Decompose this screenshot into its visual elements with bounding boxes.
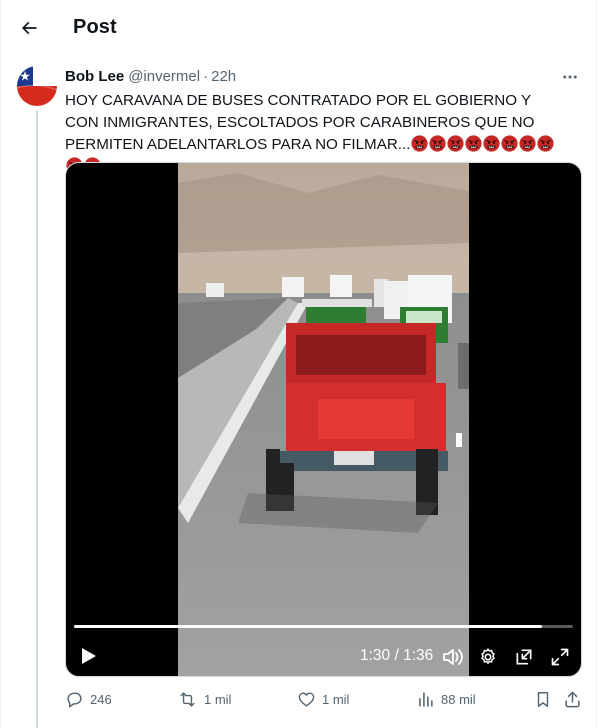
angry-face-with-symbols-icon [429,135,447,152]
more-options-button[interactable] [557,66,583,88]
frame-border-left [0,0,1,728]
post-actions: 246 1 mil 1 mil 88 mil [65,690,582,714]
angry-face-with-symbols-icon [537,135,555,152]
like-button[interactable]: 1 mil [297,690,349,709]
author-row: Bob Lee @invermel · 22h [65,68,236,85]
angry-face-with-symbols-icon [483,135,501,152]
author-name[interactable]: Bob Lee [65,68,124,85]
picture-in-picture-icon [516,649,532,665]
repost-icon [180,692,195,707]
video-player[interactable]: 1:30 / 1:36 [65,162,582,677]
video-frame[interactable] [178,163,469,676]
gear-icon [481,648,495,664]
views-button[interactable]: 88 mil [416,690,476,709]
author-handle[interactable]: @invermel [128,68,200,85]
play-icon [82,648,96,664]
reply-count: 246 [90,692,112,707]
avatar[interactable] [17,66,57,106]
post-time[interactable]: 22h [211,68,236,85]
bookmark-icon [537,692,549,707]
video-progress-bar[interactable] [74,625,573,628]
page-title: Post [73,16,117,38]
angry-face-with-symbols-icon [411,135,429,152]
angry-face-with-symbols-icon [447,135,465,152]
angry-face-with-symbols-icon [465,135,483,152]
play-button[interactable] [78,644,100,668]
video-still-image [178,163,469,676]
views-count: 88 mil [441,692,476,707]
heart-icon [298,692,315,707]
thread-line [36,110,38,728]
settings-button[interactable] [476,645,500,669]
pip-button[interactable] [512,645,536,669]
reply-icon [67,692,82,708]
arrow-left-icon [21,21,37,35]
back-button[interactable] [12,11,46,45]
repost-button[interactable]: 1 mil [177,690,231,709]
page-header: Post [0,0,597,58]
fullscreen-button[interactable] [548,645,572,669]
more-horizontal-icon [563,75,577,79]
video-time-readout: 1:30 / 1:36 [360,647,434,664]
video-progress-fill [74,625,542,628]
like-count: 1 mil [322,692,350,707]
angry-face-with-symbols-icon [501,135,519,152]
share-button[interactable] [563,690,582,709]
share-icon [565,691,580,708]
bookmark-button[interactable] [534,690,552,709]
angry-face-with-symbols-icon [519,135,537,152]
volume-button[interactable] [441,646,465,668]
chile-flag-avatar-icon [17,66,57,106]
repost-count: 1 mil [204,692,232,707]
separator-dot: · [203,68,209,85]
analytics-icon [419,692,433,707]
expand-icon [551,648,569,666]
volume-icon [443,649,463,665]
reply-button[interactable]: 246 [65,690,112,709]
